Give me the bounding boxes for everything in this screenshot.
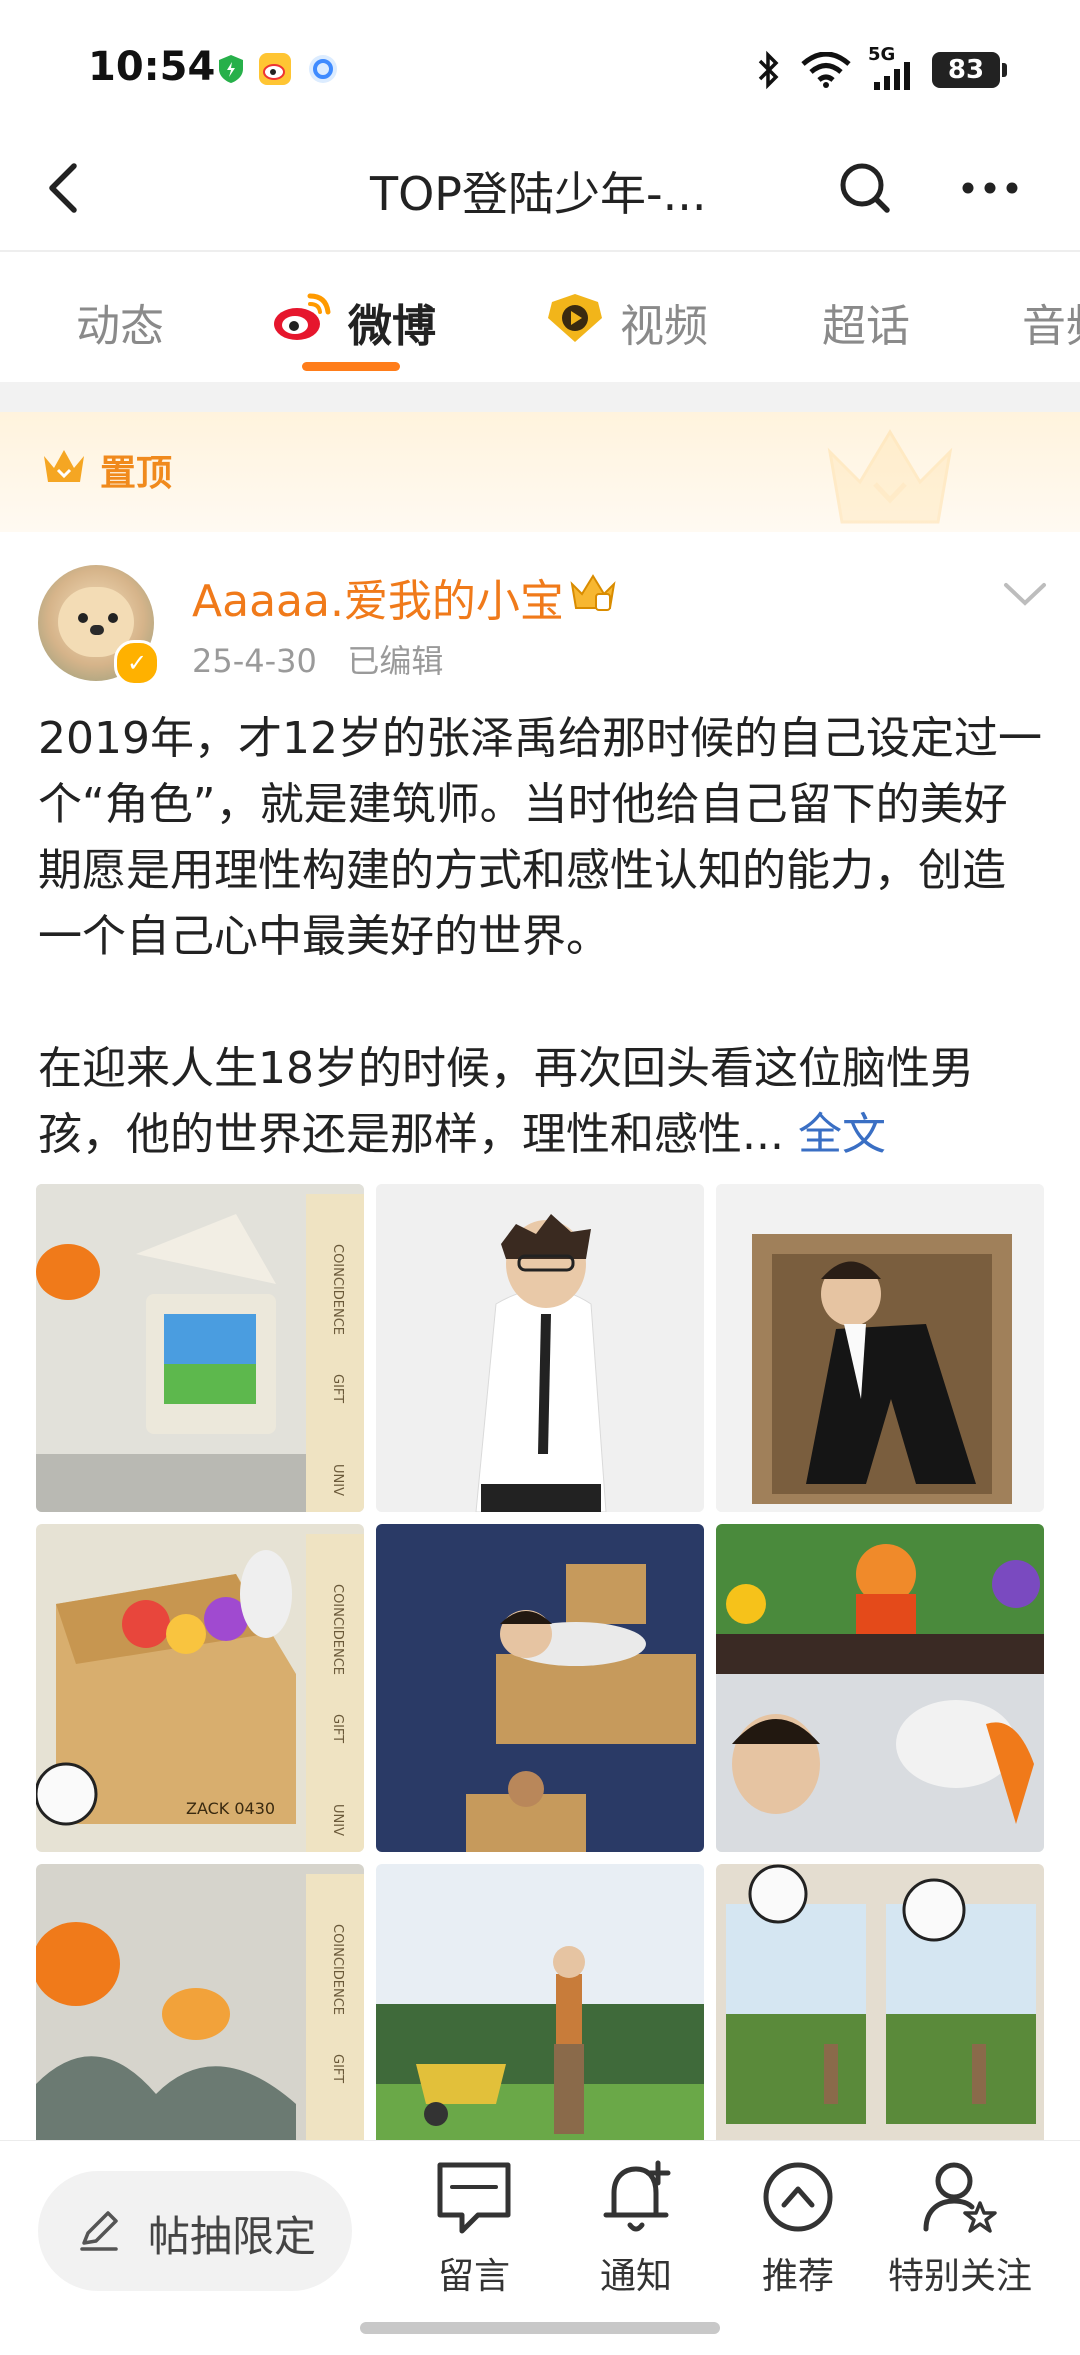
comment-icon (437, 2162, 511, 2234)
post-body: 2019年，才12岁的张泽禹给那时候的自己设定过一个“角色”，就是建筑师。当时他… (38, 706, 1048, 1168)
special-follow-button[interactable]: 特别关注 (880, 2157, 1040, 2327)
comment-placeholder: 帖抽限定 (148, 2212, 317, 2261)
pencil-icon (80, 2211, 118, 2251)
tab-bar: 动态 微博 视频 超话 音频 (0, 252, 1080, 382)
page-title: TOP登陆少年-... (370, 167, 707, 221)
comment-button[interactable]: 留言 (414, 2157, 534, 2327)
video-icon (548, 294, 602, 342)
recommend-button-label: 推荐 (761, 2256, 834, 2297)
recommend-icon (763, 2162, 833, 2232)
special-follow-icon (923, 2162, 997, 2233)
tab-super-topic[interactable]: 超话 (822, 290, 910, 354)
post-image[interactable]: COINCIDENCE GIFT UNIV (36, 1184, 364, 1512)
post-meta: 25-4-30 已编辑 (192, 636, 443, 682)
special-follow-button-label: 特别关注 (887, 2256, 1032, 2297)
grid-text-gift: GIFT (330, 1374, 345, 1403)
tab-audio[interactable]: 音频 (1022, 290, 1080, 354)
top-nav-bar: TOP登陆少年-... (0, 130, 1080, 252)
full-text-link[interactable]: 全文 (798, 1109, 886, 1160)
tab-weibo[interactable]: 微博 (348, 290, 436, 354)
grid-text-gift: GIFT (330, 2054, 345, 2083)
more-icon[interactable] (955, 158, 1025, 218)
crown-icon (44, 450, 84, 482)
recommend-button[interactable]: 推荐 (738, 2157, 858, 2327)
tab-dynamic[interactable]: 动态 (76, 290, 164, 354)
post-image[interactable]: COINCIDENCE GIFT UNIV ZACK 0430 (36, 1524, 364, 1852)
grid-text-coincidence: COINCIDENCE (330, 1244, 345, 1335)
search-icon[interactable] (835, 158, 895, 218)
section-divider (0, 382, 1080, 412)
signal-icon (874, 62, 910, 90)
post-image[interactable] (376, 1184, 704, 1512)
crown-watermark-icon (827, 429, 953, 524)
tab-video[interactable]: 视频 (620, 290, 708, 354)
post-image[interactable] (376, 1524, 704, 1852)
home-indicator[interactable] (360, 2322, 720, 2334)
post-paragraph: 在迎来人生18岁的时候，再次回头看这位脑性男孩，他的世界还是那样，理性和感性..… (38, 1043, 974, 1160)
comment-button-label: 留言 (437, 2256, 510, 2297)
notify-button-label: 通知 (599, 2256, 672, 2297)
bell-plus-icon (603, 2160, 671, 2232)
weibo-app-icon (259, 53, 291, 85)
grid-text-coincidence: COINCIDENCE (330, 1924, 345, 2015)
notify-button[interactable]: 通知 (576, 2157, 696, 2327)
pinned-banner: 置顶 (0, 412, 1080, 532)
post-image[interactable] (716, 1524, 1044, 1852)
grid-text-univ: UNIV (330, 1464, 345, 1496)
weibo-logo-icon (274, 293, 331, 340)
battery-indicator: 83 (932, 52, 1007, 88)
status-time: 10:54 (88, 44, 216, 90)
post-paragraph: 2019年，才12岁的张泽禹给那时候的自己设定过一个“角色”，就是建筑师。当时他… (38, 713, 1042, 962)
chevron-down-icon[interactable] (1000, 575, 1050, 615)
grid-text-univ: UNIV (330, 1804, 345, 1836)
wifi-icon (801, 52, 851, 88)
grid-text-gift: GIFT (330, 1714, 345, 1743)
grid-text-zack: ZACK 0430 (186, 1799, 275, 1818)
bluetooth-icon (758, 50, 779, 90)
back-icon[interactable] (38, 152, 98, 222)
grid-text-coincidence: COINCIDENCE (330, 1584, 345, 1675)
status-bar: 10:54 5G 83 (0, 0, 1080, 130)
post-image[interactable] (716, 1184, 1044, 1512)
post-edited-label: 已编辑 (347, 642, 444, 680)
active-tab-indicator (302, 362, 400, 371)
post-date: 25-4-30 (192, 642, 317, 680)
shield-icon (219, 55, 243, 83)
verified-badge-icon: ✓ (114, 640, 160, 686)
post-author-name[interactable]: Aaaaa.爱我的小宝 (192, 565, 564, 629)
member-crown-icon (570, 574, 616, 611)
pinned-label: 置顶 (100, 453, 173, 494)
comment-input[interactable]: 帖抽限定 (38, 2171, 352, 2291)
browser-app-icon (309, 55, 337, 83)
